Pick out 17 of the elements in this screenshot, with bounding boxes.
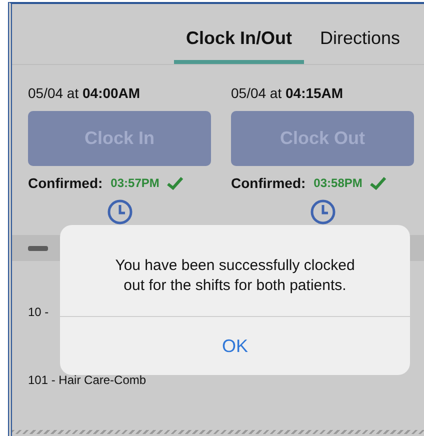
shift-date: 05/04 at 04:15AM (231, 85, 344, 101)
confirmed-label: Confirmed: (28, 175, 103, 191)
confirmed-time: 03:57PM (110, 176, 160, 190)
clock-icon[interactable] (106, 199, 132, 225)
collapse-handle[interactable] (28, 246, 48, 250)
alert-message: You have been successfully clocked out for the shifts for both patients. (114, 256, 356, 295)
clock-icon[interactable] (310, 199, 336, 225)
tab[interactable]: Clock In/Out (174, 4, 304, 64)
shift-date: 05/04 at 04:00AM (28, 85, 142, 101)
task-item: 10 - (27, 305, 50, 319)
tab[interactable]: Directions (310, 4, 410, 64)
confirmed-time: 03:58PM (314, 176, 362, 190)
check-icon (167, 176, 184, 190)
check-icon (370, 176, 386, 190)
task-item: 101 - Hair Care-Comb (27, 373, 148, 387)
ok-button[interactable]: OK (60, 317, 410, 375)
confirmed-label: Confirmed: (231, 175, 306, 191)
